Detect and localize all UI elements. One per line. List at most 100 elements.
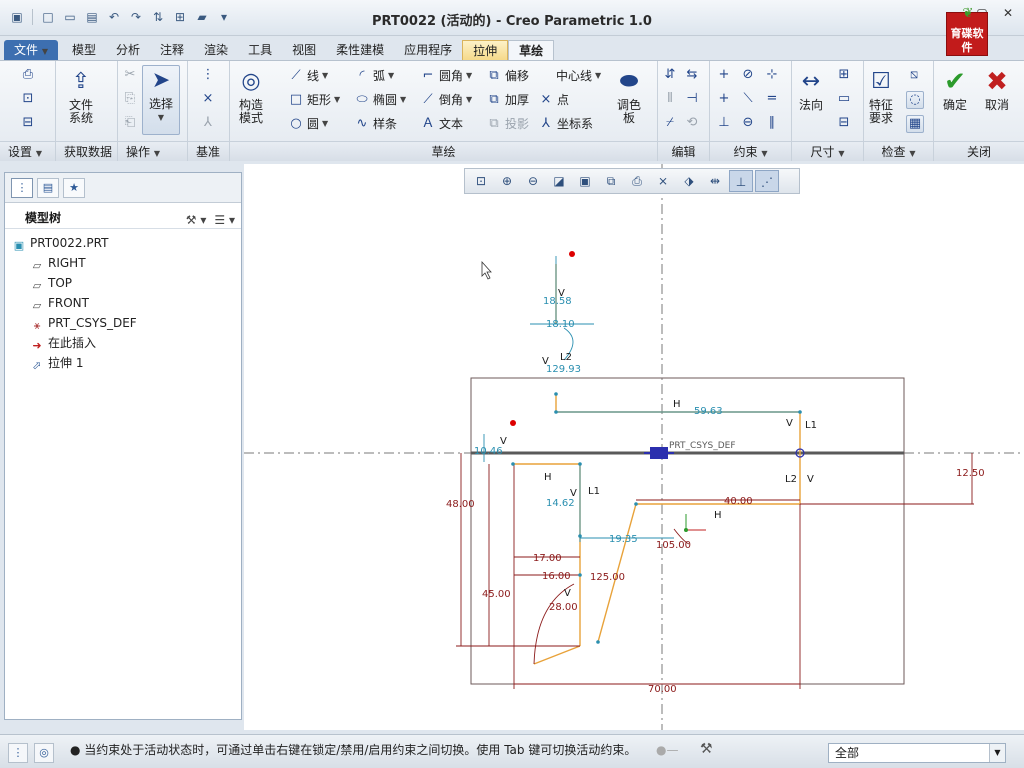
highlight-open-ends-icon[interactable]: ◌	[906, 91, 924, 109]
dim-129-93[interactable]: 129.93	[546, 364, 581, 375]
ellipse-button[interactable]: ⬭ 椭圆 ▼	[354, 91, 406, 108]
tree-item-top[interactable]: ▱ TOP	[5, 273, 241, 293]
tab-extrude[interactable]: 拉伸	[462, 40, 509, 60]
dim-40-00[interactable]: 40.00	[724, 496, 753, 507]
disp-constraints-icon[interactable]: ⊥	[729, 170, 753, 192]
dim-28-00[interactable]: 28.00	[549, 602, 578, 613]
delete-segment-icon[interactable]: ⌿	[662, 115, 678, 131]
disp-vertices-icon[interactable]: ⋰	[755, 170, 779, 192]
dim-12-50[interactable]: 12.50	[956, 468, 985, 479]
fillet-button[interactable]: ⌐ 圆角 ▼	[420, 67, 473, 84]
dim-18-10[interactable]: 18.10	[546, 319, 575, 330]
cancel-button[interactable]: ✖ 取消	[982, 67, 1012, 112]
dim-45-00[interactable]: 45.00	[482, 589, 511, 600]
perimeter-icon[interactable]: ⊞	[836, 67, 852, 83]
midpoint-constraint-icon[interactable]: ⟍	[740, 91, 756, 107]
browser-toggle-icon[interactable]: ◎	[34, 743, 54, 763]
selection-filter-icon[interactable]: ⚒	[700, 741, 713, 757]
display-style-icon[interactable]: ▣	[573, 170, 597, 192]
tab-render[interactable]: 渲染	[194, 40, 238, 60]
csys-marker[interactable]: PRT_CSYS_DEF	[644, 441, 736, 459]
navigator-toggle-icon[interactable]: ⋮	[8, 743, 28, 763]
dim-105-00[interactable]: 105.00	[656, 540, 691, 551]
disp-dims-icon[interactable]: ⇹	[703, 170, 727, 192]
corner-icon[interactable]: ⊣	[684, 91, 700, 107]
palette-button[interactable]: ⬬ 调色 板	[614, 67, 644, 125]
paste-icon[interactable]: ⎗	[122, 115, 138, 131]
favorites-tab-icon[interactable]: ★	[63, 178, 85, 198]
view-manager-icon[interactable]: ⎙	[625, 170, 649, 192]
filter-dropdown-icon[interactable]: ▼	[989, 744, 1005, 762]
tree-item-csys[interactable]: ⚹ PRT_CSYS_DEF	[5, 313, 241, 333]
tree-item-right[interactable]: ▱ RIGHT	[5, 253, 241, 273]
feature-requirements-button[interactable]: ☑ 特征 要求	[866, 67, 896, 125]
tree-item-insert-here[interactable]: ➜ 在此插入	[5, 333, 241, 353]
copy-icon[interactable]: ⎘	[122, 91, 138, 107]
tab-flexible-modeling[interactable]: 柔性建模	[326, 40, 394, 60]
tab-sketch[interactable]: 草绘	[508, 40, 555, 60]
selection-filter-select[interactable]: 全部 ▼	[828, 743, 1006, 763]
line-button[interactable]: ⟋ 线 ▼	[288, 67, 328, 84]
divide-icon[interactable]: ⫴	[662, 91, 678, 107]
tangent-constraint-icon[interactable]: ⊘	[740, 67, 756, 83]
saved-orientations-icon[interactable]: ⧉	[599, 170, 623, 192]
dim-14-62[interactable]: 14.62	[546, 498, 575, 509]
group-label-dimension[interactable]: 尺寸 ▼	[792, 141, 863, 161]
thicken-button[interactable]: ⧉ 加厚	[486, 91, 529, 108]
dim-59-63[interactable]: 59.63	[694, 406, 723, 417]
dim-17-00[interactable]: 17.00	[533, 553, 562, 564]
ok-button[interactable]: ✔ 确定	[940, 67, 970, 112]
mirror-icon[interactable]: ⇆	[684, 67, 700, 83]
close-icon[interactable]: ✕	[1000, 6, 1016, 22]
rectangle-button[interactable]: □ 矩形 ▼	[288, 91, 340, 108]
group-label-inspect[interactable]: 检查 ▼	[864, 141, 933, 161]
graphics-window[interactable]: PRT_CSYS_DEF 18.58 18.10 129.93 59.63 10…	[244, 164, 1024, 730]
tab-model[interactable]: 模型	[62, 40, 106, 60]
repaint-icon[interactable]: ◪	[547, 170, 571, 192]
symmetric-constraint-icon[interactable]: ⊹	[764, 67, 780, 83]
dim-48-00[interactable]: 48.00	[446, 499, 475, 510]
spline-button[interactable]: ∿ 样条	[354, 115, 397, 132]
group-label-settings[interactable]: 设置 ▼	[0, 141, 55, 161]
dim-125-00[interactable]: 125.00	[590, 572, 625, 583]
construction-mode-button[interactable]: ◎ 构造 模式	[236, 67, 266, 125]
dim-70-00[interactable]: 70.00	[648, 684, 677, 695]
endpoint-left[interactable]	[510, 420, 516, 426]
tab-tools[interactable]: 工具	[238, 40, 282, 60]
zoom-out-icon[interactable]: ⊖	[521, 170, 545, 192]
normal-dimension-button[interactable]: ↔ 法向	[796, 67, 826, 112]
bottom-arc-line[interactable]	[533, 645, 581, 665]
sketch-view-icon[interactable]: ⬗	[677, 170, 701, 192]
select-button[interactable]: ➤ 选择 ▼	[142, 65, 180, 135]
tab-analysis[interactable]: 分析	[106, 40, 150, 60]
cut-icon[interactable]: ✂	[122, 67, 138, 83]
tree-item-part[interactable]: ▣ PRT0022.PRT	[5, 233, 241, 253]
sketch-canvas[interactable]: PRT_CSYS_DEF 18.58 18.10 129.93 59.63 10…	[244, 164, 1024, 730]
datum-centerline-icon[interactable]: ⋮	[200, 67, 216, 83]
overlapping-geometry-icon[interactable]: ⧅	[906, 67, 922, 83]
model-tree-tab-icon[interactable]: ⋮	[11, 178, 33, 198]
sketch-view-icon[interactable]: ⊟	[20, 115, 36, 131]
group-label-constrain[interactable]: 约束 ▼	[710, 141, 791, 161]
zoom-in-icon[interactable]: ⊕	[495, 170, 519, 192]
vertical-constraint-icon[interactable]: +	[716, 67, 732, 83]
endpoint-top[interactable]	[569, 251, 575, 257]
sketch-setup-icon[interactable]: ⎙	[20, 67, 36, 83]
tab-annotate[interactable]: 注释	[150, 40, 194, 60]
shade-closed-loops-icon[interactable]: ▦	[906, 115, 924, 133]
baseline-icon[interactable]: ⊟	[836, 115, 852, 131]
point-button[interactable]: × 点	[538, 91, 569, 108]
references-icon[interactable]: ⊡	[20, 91, 36, 107]
datum-point-icon[interactable]: ×	[200, 91, 216, 107]
dim-16-00[interactable]: 16.00	[542, 571, 571, 582]
tree-item-front[interactable]: ▱ FRONT	[5, 293, 241, 313]
arc-button[interactable]: ◜ 弧 ▼	[354, 67, 394, 84]
group-label-operations[interactable]: 操作 ▼	[118, 141, 187, 161]
dim-19-35[interactable]: 19.35	[609, 534, 638, 545]
refit-icon[interactable]: ⊡	[469, 170, 493, 192]
equal-constraint-icon[interactable]: =	[764, 91, 780, 107]
horizontal-constraint-icon[interactable]: +	[716, 91, 732, 107]
text-button[interactable]: Ａ 文本	[420, 115, 463, 132]
datum-csys-icon[interactable]: ⅄	[200, 115, 216, 131]
parallel-constraint-icon[interactable]: ∥	[764, 115, 780, 131]
